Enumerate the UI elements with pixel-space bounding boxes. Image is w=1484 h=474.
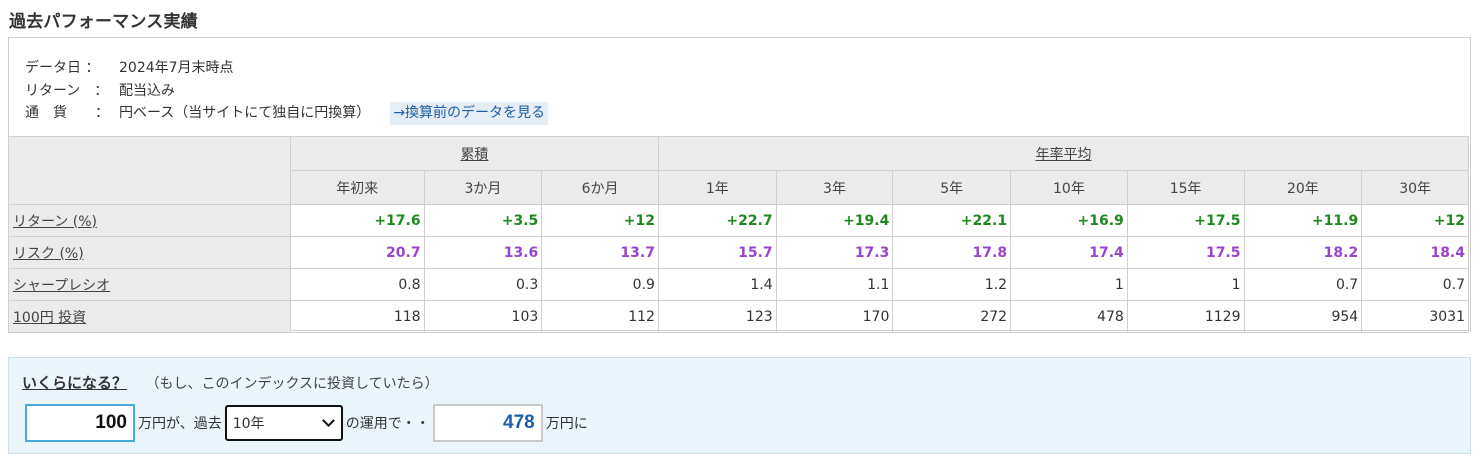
row-header: リスク (%): [8, 236, 291, 269]
group-header-annual: 年率平均: [657, 136, 1470, 171]
column-header: 20年: [1243, 170, 1363, 205]
meta-currency-value: 円ベース（当サイトにて独自に円換算）: [119, 105, 371, 121]
table-cell: +22.7: [657, 204, 777, 237]
table-cell: +17.5: [1126, 204, 1245, 237]
table-cell: 1129: [1126, 300, 1245, 333]
risk-row: リスク (%) 20.7 13.6 13.7 15.7 17.3 17.8 17.4 17.5 1…: [8, 236, 1469, 269]
table-cell: 954: [1243, 300, 1363, 333]
table-cell: 18.2: [1243, 236, 1363, 269]
row-header-link[interactable]: 100円 投資: [13, 310, 86, 326]
table-cell: 1.1: [775, 268, 894, 301]
table-cell: 3031: [1361, 300, 1469, 333]
table-cell: +3.5: [423, 204, 543, 237]
meta-currency-label: 通 貨 ：: [25, 105, 109, 121]
column-header: 1年: [657, 170, 777, 205]
table-cell: 18.4: [1361, 236, 1469, 269]
page-title: 過去パフォーマンス実績: [9, 12, 198, 32]
table-cell: 0.9: [541, 268, 659, 301]
meta-info: データ日 ： 2024年7月末時点 リターン ： 配当込み 通 貨 ： 円ベース…: [25, 57, 549, 125]
chevron-down-icon: [321, 413, 335, 427]
table-cell: 103: [423, 300, 543, 333]
table-cell: +22.1: [892, 204, 1012, 237]
period-select[interactable]: 10年: [224, 405, 343, 441]
meta-return-row: リターン ： 配当込み: [25, 80, 548, 103]
performance-panel: データ日 ： 2024年7月末時点 リターン ： 配当込み 通 貨 ： 円ベース…: [8, 37, 1471, 333]
column-header: 5年: [892, 170, 1012, 205]
table-cell: 13.6: [423, 236, 543, 269]
period-selected-value: 10年: [232, 416, 265, 432]
meta-return-label: リターン ：: [25, 82, 109, 99]
result-output: 478: [432, 404, 543, 442]
table-cell: 478: [1010, 300, 1128, 333]
row-header-link[interactable]: リターン (%): [13, 214, 97, 230]
table-cell: 1: [1126, 268, 1245, 301]
table-cell: 1.2: [892, 268, 1012, 301]
original-data-link[interactable]: →換算前のデータを見る: [390, 102, 549, 125]
table-cell: 17.4: [1010, 236, 1128, 269]
row-header-link[interactable]: リスク (%): [13, 246, 84, 262]
table-cell: 272: [892, 300, 1012, 333]
column-header: 年初来: [289, 170, 425, 205]
calculator-panel: いくらになる？ （もし、このインデックスに投資していたら） 万円が、過去 10年…: [8, 357, 1471, 454]
amount-input[interactable]: [25, 404, 135, 442]
table-cell: 112: [541, 300, 659, 333]
table-cell: 118: [289, 300, 425, 333]
corner-header: [8, 136, 291, 205]
column-header: 30年: [1361, 170, 1469, 205]
meta-date-label: データ日 ：: [25, 60, 100, 76]
table-cell: 0.7: [1243, 268, 1363, 301]
amount-suffix-text: 万円が、過去: [138, 416, 222, 432]
column-header: 3か月: [423, 170, 543, 205]
calculator-row: 万円が、過去 10年 の運用で・・ 478 万円に: [25, 404, 591, 442]
table-cell: 17.8: [892, 236, 1012, 269]
table-cell: +11.9: [1243, 204, 1363, 237]
performance-body: リターン (%) +17.6 +3.5 +12 +22.7 +19.4 +22.1 +16.9…: [8, 204, 1469, 333]
row-header: 100円 投資: [8, 300, 291, 333]
table-cell: 170: [775, 300, 894, 333]
table-cell: +12: [1361, 204, 1469, 237]
row-header: リターン (%): [8, 204, 291, 237]
meta-currency-row: 通 貨 ： 円ベース（当サイトにて独自に円換算） →換算前のデータを見る: [25, 102, 549, 125]
group-header-cumulative: 累積: [289, 136, 659, 171]
table-cell: 1: [1010, 268, 1128, 301]
meta-return-value: 配当込み: [119, 82, 175, 99]
table-cell: 13.7: [541, 236, 659, 269]
result-suffix-text: 万円に: [545, 416, 588, 432]
table-cell: +16.9: [1010, 204, 1128, 237]
meta-date-row: データ日 ： 2024年7月末時点: [25, 57, 548, 80]
sharpe-row: シャープレシオ 0.8 0.3 0.9 1.4 1.1 1.2 1 1 0.7 0.7: [8, 268, 1469, 301]
table-cell: 15.7: [657, 236, 777, 269]
period-suffix-text: の運用で・・: [345, 416, 430, 432]
calculator-header: いくらになる？ （もし、このインデックスに投資していたら）: [22, 372, 439, 393]
column-header: 3年: [775, 170, 894, 205]
table-cell: 123: [657, 300, 777, 333]
table-cell: 17.3: [775, 236, 894, 269]
row-header-link[interactable]: シャープレシオ: [13, 278, 110, 294]
table-cell: 0.7: [1361, 268, 1469, 301]
column-header: 10年: [1010, 170, 1128, 205]
investment-row: 100円 投資 118 103 112 123 170 272 478 1129 954 3031: [8, 300, 1469, 333]
table-cell: +17.6: [289, 204, 425, 237]
table-cell: 20.7: [289, 236, 425, 269]
meta-date-value: 2024年7月末時点: [119, 60, 234, 76]
table-cell: +12: [541, 204, 659, 237]
table-cell: +19.4: [775, 204, 894, 237]
table-cell: 1.4: [657, 268, 777, 301]
table-cell: 0.8: [289, 268, 425, 301]
return-row: リターン (%) +17.6 +3.5 +12 +22.7 +19.4 +22.1 +16.9…: [8, 204, 1469, 237]
column-header: 15年: [1126, 170, 1245, 205]
table-cell: 17.5: [1126, 236, 1245, 269]
calculator-note: （もし、このインデックスに投資していたら）: [145, 376, 439, 392]
calculator-question: いくらになる？: [22, 374, 128, 392]
row-header: シャープレシオ: [8, 268, 291, 301]
performance-table: 累積 年率平均 年初来 3か月 6か月 1年 3年 5年 10年 15年 20年 30年 リターン…: [8, 136, 1470, 333]
table-cell: 0.3: [423, 268, 543, 301]
column-header: 6か月: [541, 170, 659, 205]
